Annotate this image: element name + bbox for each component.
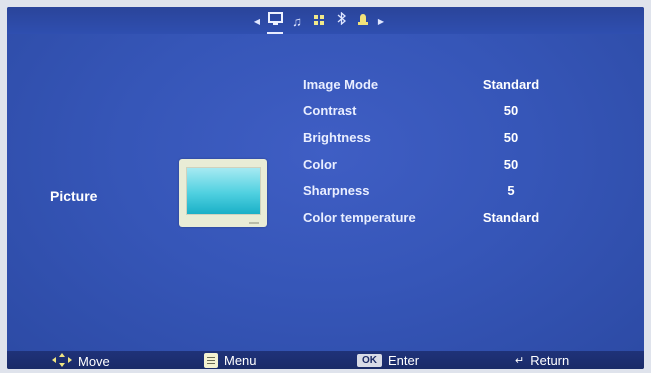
lock-icon bbox=[357, 12, 369, 30]
ok-key-icon: OK bbox=[357, 354, 382, 367]
hint-menu-label: Menu bbox=[224, 353, 257, 368]
setting-row-image-mode[interactable]: Image Mode Standard bbox=[303, 77, 563, 97]
setting-row-sharpness[interactable]: Sharpness 5 bbox=[303, 183, 563, 203]
setting-label: Image Mode bbox=[303, 77, 379, 92]
setting-value: Standard bbox=[482, 77, 540, 92]
tv-illustration bbox=[179, 159, 267, 227]
monitor-icon bbox=[267, 11, 283, 31]
menu-icon bbox=[204, 353, 218, 368]
grid-icon bbox=[314, 12, 324, 30]
hint-menu: Menu bbox=[204, 353, 257, 368]
hint-move: Move bbox=[52, 353, 110, 369]
hint-return-label: Return bbox=[530, 353, 570, 368]
music-note-icon: ♫ bbox=[292, 13, 302, 29]
setting-row-contrast[interactable]: Contrast 50 bbox=[303, 103, 563, 123]
bluetooth-icon bbox=[337, 11, 346, 30]
setting-value: Standard bbox=[482, 210, 540, 225]
category-tab-bar: ◀ ♫ ▶ bbox=[7, 7, 644, 34]
tab-options[interactable] bbox=[308, 10, 330, 32]
hint-enter-label: Enter bbox=[388, 353, 420, 368]
setting-label: Color temperature bbox=[303, 210, 416, 225]
setting-row-brightness[interactable]: Brightness 50 bbox=[303, 130, 563, 150]
setting-row-color-temperature[interactable]: Color temperature Standard bbox=[303, 210, 563, 230]
hint-enter: OK Enter bbox=[357, 353, 419, 368]
tab-lock[interactable] bbox=[352, 10, 374, 32]
tab-sound[interactable]: ♫ bbox=[286, 10, 308, 32]
section-title: Picture bbox=[50, 188, 98, 204]
tab-picture[interactable] bbox=[264, 10, 286, 34]
hint-move-label: Move bbox=[78, 354, 110, 369]
key-hint-bar: Move Menu OK Enter ↵ Return bbox=[7, 351, 644, 369]
tab-bluetooth[interactable] bbox=[330, 10, 352, 32]
tab-scroll-right-icon[interactable]: ▶ bbox=[374, 17, 388, 26]
setting-label: Color bbox=[303, 157, 337, 172]
setting-label: Brightness bbox=[303, 130, 371, 145]
setting-value: 50 bbox=[503, 103, 519, 118]
hint-return: ↵ Return bbox=[515, 353, 569, 368]
tv-illustration-screen bbox=[186, 167, 261, 215]
setting-value: 5 bbox=[507, 183, 515, 198]
tv-osd-screen: ◀ ♫ ▶ Picture Image Mode Standard Contra… bbox=[7, 7, 644, 369]
setting-value: 50 bbox=[503, 157, 519, 172]
setting-value: 50 bbox=[503, 130, 519, 145]
setting-label: Contrast bbox=[303, 103, 357, 118]
setting-label: Sharpness bbox=[303, 183, 370, 198]
setting-row-color[interactable]: Color 50 bbox=[303, 157, 563, 177]
tab-scroll-left-icon[interactable]: ◀ bbox=[250, 17, 264, 26]
return-arrow-icon: ↵ bbox=[515, 355, 525, 367]
dpad-arrows-icon bbox=[52, 353, 72, 369]
